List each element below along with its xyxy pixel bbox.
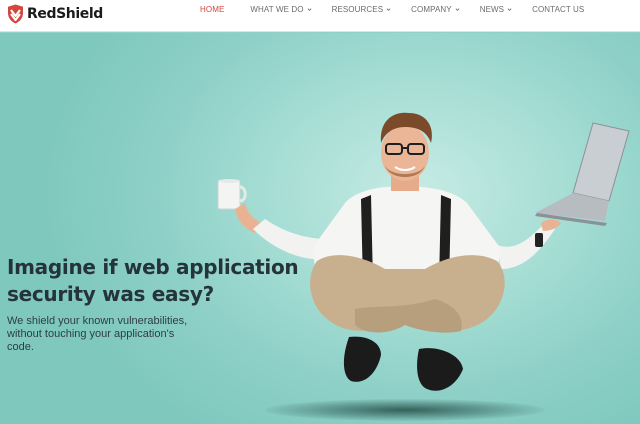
headline-line: Imagine if web application	[7, 255, 299, 279]
hero-subcopy: We shield your known vulnerabilities, wi…	[7, 315, 207, 354]
hero-section: Imagine if web application security was …	[0, 33, 640, 424]
main-nav: HOME WHAT WE DO RESOURCES COMPANY NEWS C…	[190, 0, 604, 19]
subcopy-line: We shield your known vulnerabilities,	[7, 315, 188, 327]
subcopy-line: without touching your application's	[7, 328, 175, 340]
nav-item-company[interactable]: COMPANY	[411, 0, 460, 19]
nav-label: COMPANY	[411, 5, 452, 14]
hero-image	[217, 112, 630, 391]
nav-label: WHAT WE DO	[250, 5, 304, 14]
nav-label: RESOURCES	[331, 5, 384, 14]
brand-logo[interactable]: RedShield	[7, 4, 103, 24]
mug-icon	[217, 179, 247, 210]
nav-item-news[interactable]: NEWS	[480, 0, 512, 19]
chevron-down-icon	[386, 8, 391, 11]
nav-item-contact-us[interactable]: CONTACT US	[532, 0, 584, 19]
nav-label: CONTACT US	[532, 5, 585, 14]
laptop-icon	[535, 122, 630, 226]
chevron-down-icon	[455, 8, 460, 11]
nav-label: NEWS	[479, 5, 505, 14]
subcopy-line: code.	[7, 341, 34, 353]
nav-item-resources[interactable]: RESOURCES	[332, 0, 392, 19]
headline-line: security was easy?	[7, 282, 214, 306]
nav-item-home[interactable]: HOME	[200, 0, 224, 19]
hero-headline: Imagine if web application security was …	[7, 254, 307, 308]
chevron-down-icon	[307, 8, 312, 11]
shield-icon	[8, 4, 23, 24]
site-header: RedShield HOME WHAT WE DO RESOURCES COMP…	[0, 0, 640, 32]
chevron-down-icon	[507, 8, 512, 11]
nav-item-what-we-do[interactable]: WHAT WE DO	[250, 0, 312, 19]
brand-name: RedShield	[27, 6, 103, 22]
nav-label: HOME	[200, 5, 225, 14]
